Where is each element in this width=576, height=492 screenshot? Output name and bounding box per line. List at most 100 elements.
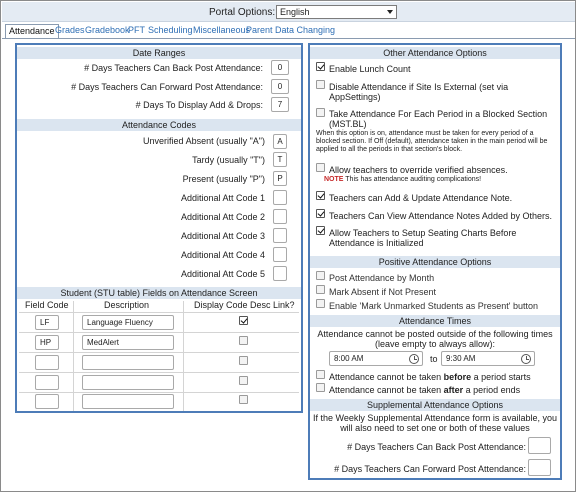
display-link-checkbox[interactable] xyxy=(239,336,248,345)
att-code-label: Present (usually "P") xyxy=(182,174,265,184)
start-time-value: 8:00 AM xyxy=(334,354,364,363)
clock-icon[interactable] xyxy=(521,354,531,364)
tab-grades[interactable]: Grades xyxy=(55,24,85,38)
override-verified-label: Allow teachers to override verified abse… xyxy=(329,165,508,175)
table-divider xyxy=(19,312,299,313)
date-ranges-header: Date Ranges xyxy=(17,47,301,59)
supplemental-back-post-input[interactable] xyxy=(528,437,551,454)
back-post-input[interactable]: 0 xyxy=(271,60,289,75)
field-code-column-header: Field Code xyxy=(25,300,69,310)
table-divider xyxy=(19,372,299,373)
after-period-suffix: a period ends xyxy=(463,385,521,395)
table-column-divider xyxy=(73,301,74,411)
enable-lunch-checkbox[interactable] xyxy=(316,62,325,71)
start-time-input[interactable]: 8:00 AM xyxy=(329,351,423,366)
description-input[interactable] xyxy=(82,375,174,390)
att-code-input[interactable] xyxy=(273,209,287,224)
add-drops-label: # Days To Display Add & Drops: xyxy=(135,100,263,110)
end-time-value: 9:30 AM xyxy=(446,354,476,363)
before-period-checkbox[interactable] xyxy=(316,370,325,379)
portal-options-bar: Portal Options: English xyxy=(2,2,575,22)
table-divider xyxy=(19,392,299,393)
display-link-checkbox[interactable] xyxy=(239,356,248,365)
att-code-label: Unverified Absent (usually "A") xyxy=(143,136,265,146)
supplemental-description: If the Weekly Supplemental Attendance fo… xyxy=(313,413,557,433)
display-link-checkbox[interactable] xyxy=(239,316,248,325)
mark-present-label: Enable 'Mark Unmarked Students as Presen… xyxy=(329,301,539,311)
tab-attendance[interactable]: Attendance xyxy=(5,24,59,39)
description-column-header: Description xyxy=(104,300,150,310)
view-notes-checkbox[interactable] xyxy=(316,209,325,218)
override-verified-checkbox[interactable] xyxy=(316,163,325,172)
att-code-label: Tardy (usually "T") xyxy=(192,155,265,165)
supplemental-forward-post-label: # Days Teachers Can Forward Post Attenda… xyxy=(334,464,526,474)
display-link-checkbox[interactable] xyxy=(239,395,248,404)
post-monthly-checkbox[interactable] xyxy=(316,271,325,280)
take-each-period-label: Take Attendance For Each Period in a Blo… xyxy=(329,109,548,129)
before-period-label: Attendance cannot be taken before a peri… xyxy=(329,372,531,382)
enable-lunch-label: Enable Lunch Count xyxy=(329,64,411,74)
att-code-label: Additional Att Code 4 xyxy=(180,250,265,260)
att-code-input[interactable] xyxy=(273,266,287,281)
field-code-input[interactable] xyxy=(35,375,59,390)
field-code-input[interactable]: LF xyxy=(35,315,59,330)
attendance-codes-header: Attendance Codes xyxy=(17,119,301,131)
forward-post-label: # Days Teachers Can Forward Post Attenda… xyxy=(71,82,263,92)
tab-pft[interactable]: PFT xyxy=(128,24,145,38)
attendance-times-description: Attendance cannot be posted outside of t… xyxy=(317,329,553,349)
disable-external-checkbox[interactable] xyxy=(316,80,325,89)
other-options-header: Other Attendance Options xyxy=(310,47,560,59)
tab-scheduling[interactable]: Scheduling xyxy=(148,24,193,38)
mark-present-checkbox[interactable] xyxy=(316,299,325,308)
field-code-input[interactable]: HP xyxy=(35,335,59,350)
display-link-checkbox[interactable] xyxy=(239,376,248,385)
forward-post-input[interactable]: 0 xyxy=(271,79,289,94)
after-period-bold: after xyxy=(443,385,464,395)
tab-parent-data-changing[interactable]: Parent Data Changing xyxy=(246,24,335,38)
after-period-checkbox[interactable] xyxy=(316,383,325,392)
att-code-label: Additional Att Code 5 xyxy=(180,269,265,279)
portal-language-select[interactable]: English xyxy=(276,5,397,19)
tab-divider xyxy=(2,38,575,39)
att-code-input[interactable]: P xyxy=(273,171,287,186)
field-code-input[interactable] xyxy=(35,355,59,370)
view-notes-label: Teachers Can View Attendance Notes Added… xyxy=(329,211,552,221)
note-label: NOTE xyxy=(324,176,344,183)
student-fields-header: Student (STU table) Fields on Attendance… xyxy=(17,287,301,299)
end-time-input[interactable]: 9:30 AM xyxy=(441,351,535,366)
right-settings-panel: Other Attendance Options Enable Lunch Co… xyxy=(308,43,562,480)
take-each-period-checkbox[interactable] xyxy=(316,108,325,117)
description-input[interactable]: Language Fluency xyxy=(82,315,174,330)
back-post-label: # Days Teachers Can Back Post Attendance… xyxy=(84,63,263,73)
att-code-input[interactable] xyxy=(273,228,287,243)
description-input[interactable] xyxy=(82,394,174,409)
disable-external-label: Disable Attendance if Site Is External (… xyxy=(329,82,509,102)
supplemental-back-post-label: # Days Teachers Can Back Post Attendance… xyxy=(347,442,526,452)
field-code-input[interactable] xyxy=(35,394,59,409)
add-drops-input[interactable]: 7 xyxy=(271,97,289,112)
att-code-input[interactable] xyxy=(273,247,287,262)
note-text: This has attendance auditing complicatio… xyxy=(345,176,482,183)
att-code-input[interactable] xyxy=(273,190,287,205)
description-input[interactable]: MedAlert xyxy=(82,335,174,350)
before-period-bold: before xyxy=(443,372,472,382)
supplemental-forward-post-input[interactable] xyxy=(528,459,551,476)
add-update-note-checkbox[interactable] xyxy=(316,191,325,200)
take-each-period-description: When this option is on, attendance must … xyxy=(316,130,548,153)
att-code-input[interactable]: A xyxy=(273,134,287,149)
portal-language-value: English xyxy=(280,7,310,17)
auditing-note: NOTE This has attendance auditing compli… xyxy=(324,176,481,184)
attendance-times-header: Attendance Times xyxy=(310,315,560,327)
description-input[interactable] xyxy=(82,355,174,370)
post-monthly-label: Post Attendance by Month xyxy=(329,273,435,283)
tab-gradebook[interactable]: Gradebook xyxy=(85,24,130,38)
seating-charts-checkbox[interactable] xyxy=(316,226,325,235)
add-update-note-label: Teachers can Add & Update Attendance Not… xyxy=(329,193,513,203)
tab-miscellaneous[interactable]: Miscellaneous xyxy=(193,24,250,38)
clock-icon[interactable] xyxy=(409,354,419,364)
att-code-label: Additional Att Code 1 xyxy=(180,193,265,203)
att-code-input[interactable]: T xyxy=(273,152,287,167)
mark-absent-label: Mark Absent if Not Present xyxy=(329,287,437,297)
mark-absent-checkbox[interactable] xyxy=(316,285,325,294)
seating-charts-label: Allow Teachers to Setup Seating Charts B… xyxy=(329,228,517,248)
